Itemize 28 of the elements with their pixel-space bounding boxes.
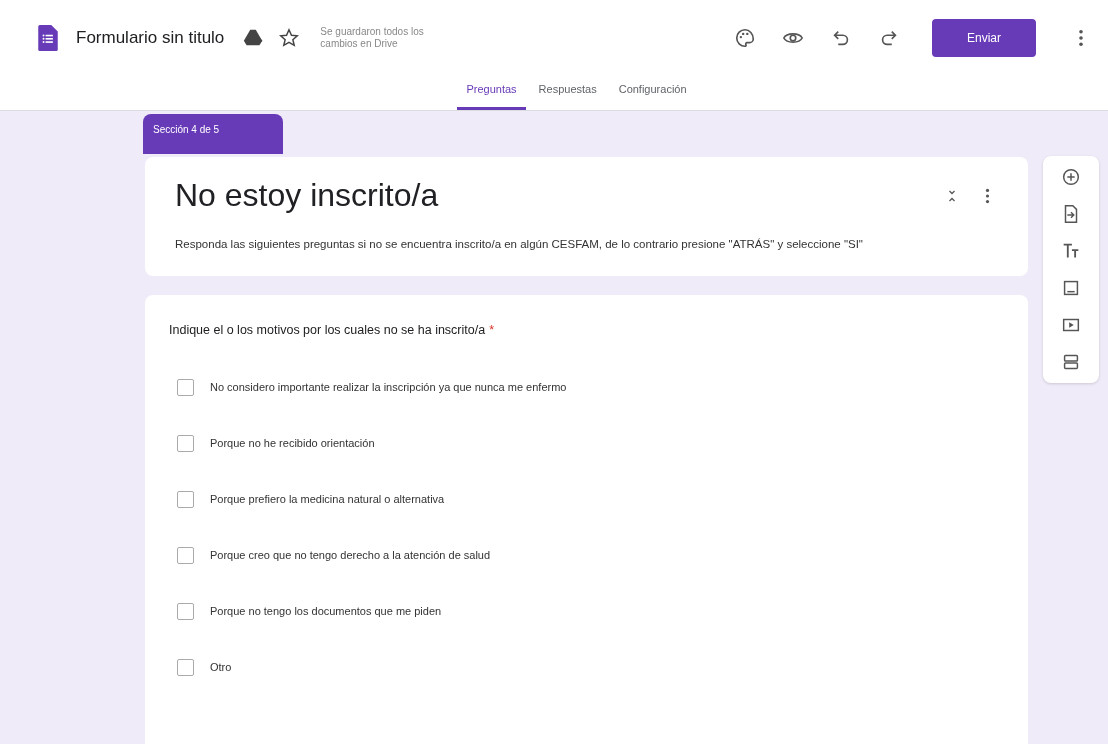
form-title[interactable]: Formulario sin titulo: [76, 27, 225, 48]
send-button[interactable]: Enviar: [932, 18, 1036, 57]
section-description[interactable]: Responda las siguientes preguntas si no se encuentra inscrito/a en algún CESFAM, de lo contrario presione "ATRÁS" y seleccione "SI": [175, 236, 995, 252]
option-label[interactable]: Porque creo que no tengo derecho a la atención de salud: [210, 549, 491, 561]
option-label[interactable]: Porque prefiero la medicina natural o alternativa: [210, 493, 445, 505]
option-label[interactable]: Porque no tengo los documentos que me piden: [210, 605, 442, 617]
required-mark: *: [489, 323, 495, 337]
option-label[interactable]: Otro: [210, 661, 232, 673]
forms-logo-icon[interactable]: [38, 24, 58, 51]
add-question-icon[interactable]: [1060, 166, 1082, 188]
checkbox[interactable]: [177, 658, 194, 676]
checkbox[interactable]: [177, 434, 194, 452]
palette-icon[interactable]: [734, 26, 756, 49]
more-icon[interactable]: [985, 187, 990, 204]
save-status: Se guardaron todos los cambios en Drive: [320, 25, 425, 50]
checkbox[interactable]: [177, 602, 194, 620]
question-text[interactable]: Indique el o los motivos por los cuales no se ha inscrito/a: [169, 323, 486, 337]
checkbox[interactable]: [177, 378, 194, 396]
checkbox[interactable]: [177, 546, 194, 564]
option-label[interactable]: Porque no he recibido orientación: [210, 437, 375, 449]
star-icon[interactable]: [278, 26, 301, 49]
section-title[interactable]: No estoy inscrito/a: [175, 177, 947, 214]
tab[interactable]: Configuración: [609, 75, 696, 110]
option-label[interactable]: No considero importante realizar la inscripción ya que nunca me enfermo: [210, 381, 567, 393]
tab[interactable]: Respuestas: [529, 75, 606, 110]
checkbox[interactable]: [177, 490, 194, 508]
tab[interactable]: Preguntas: [457, 75, 526, 110]
more-icon[interactable]: [1078, 28, 1084, 47]
